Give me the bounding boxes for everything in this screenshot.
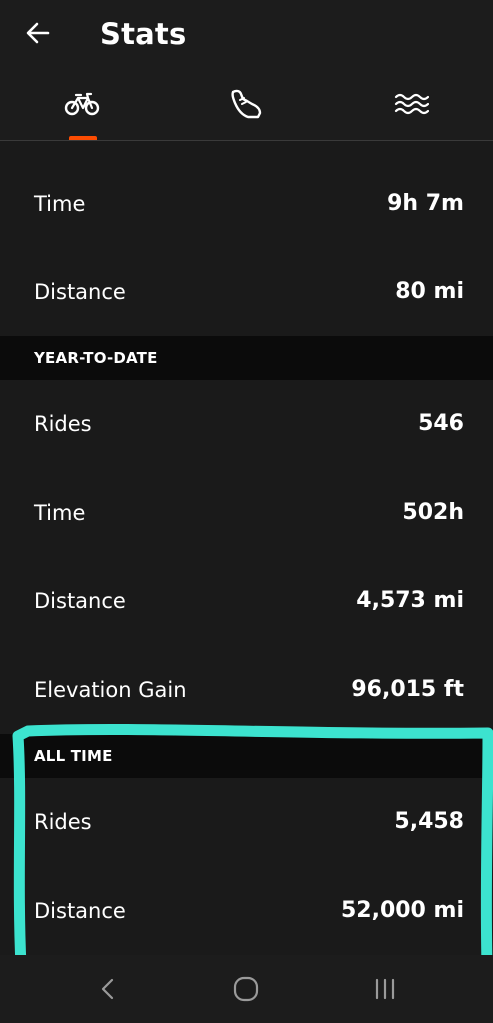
nav-recents-icon: [375, 978, 395, 1000]
app-bar: Stats: [0, 0, 493, 68]
nav-back-icon: [101, 978, 114, 1000]
shoe-icon: [231, 89, 262, 119]
stat-row-recent-distance: Distance 80 mi: [0, 248, 493, 336]
stat-value: 546: [418, 411, 464, 436]
tab-ride[interactable]: [0, 68, 164, 140]
stat-label: Rides: [34, 810, 92, 834]
section-header-all-time: ALL TIME: [0, 734, 493, 778]
stat-value: 80 mi: [395, 279, 464, 304]
arrow-left-icon: [26, 22, 50, 44]
stat-row-ytd-elevation: Elevation Gain 96,015 ft: [0, 646, 493, 734]
stat-row-ytd-rides: Rides 546: [0, 380, 493, 468]
system-back-button[interactable]: [78, 967, 138, 1011]
stat-label: Distance: [34, 589, 126, 613]
stat-label: Time: [34, 192, 86, 216]
bike-icon: [64, 92, 100, 116]
stat-value: 502h: [402, 500, 464, 525]
stat-value: 4,573 mi: [356, 588, 464, 613]
stat-value: 52,000 mi: [340, 898, 464, 923]
system-nav-bar: [0, 955, 493, 1023]
system-recents-button[interactable]: [355, 967, 415, 1011]
stat-label: Elevation Gain: [34, 678, 187, 702]
back-button[interactable]: [18, 14, 58, 52]
stat-value: 96,015 ft: [351, 677, 464, 702]
stat-value: 9h 7m: [387, 191, 464, 216]
section-header-ytd: YEAR-TO-DATE: [0, 336, 493, 380]
stat-row-ytd-distance: Distance 4,573 mi: [0, 557, 493, 645]
stat-label: Distance: [34, 280, 126, 304]
stat-row-ytd-time: Time 502h: [0, 469, 493, 557]
stat-label: Distance: [34, 899, 126, 923]
nav-home-icon: [233, 976, 259, 1002]
page-title: Stats: [100, 17, 187, 51]
sport-tabs: [0, 68, 493, 141]
stat-row-all-time-rides: Rides 5,458: [0, 778, 493, 866]
tab-swim[interactable]: [329, 68, 493, 140]
stat-label: Time: [34, 501, 86, 525]
stat-row-recent-time: Time 9h 7m: [0, 160, 493, 248]
section-title: YEAR-TO-DATE: [34, 349, 158, 367]
stat-row-all-time-distance: Distance 52,000 mi: [0, 867, 493, 955]
system-home-button[interactable]: [216, 967, 276, 1011]
stat-label: Rides: [34, 412, 92, 436]
water-icon: [394, 93, 429, 115]
stat-value: 5,458: [394, 809, 464, 834]
section-title: ALL TIME: [34, 747, 113, 765]
selected-tab-indicator: [69, 136, 97, 140]
tab-run[interactable]: [164, 68, 328, 140]
